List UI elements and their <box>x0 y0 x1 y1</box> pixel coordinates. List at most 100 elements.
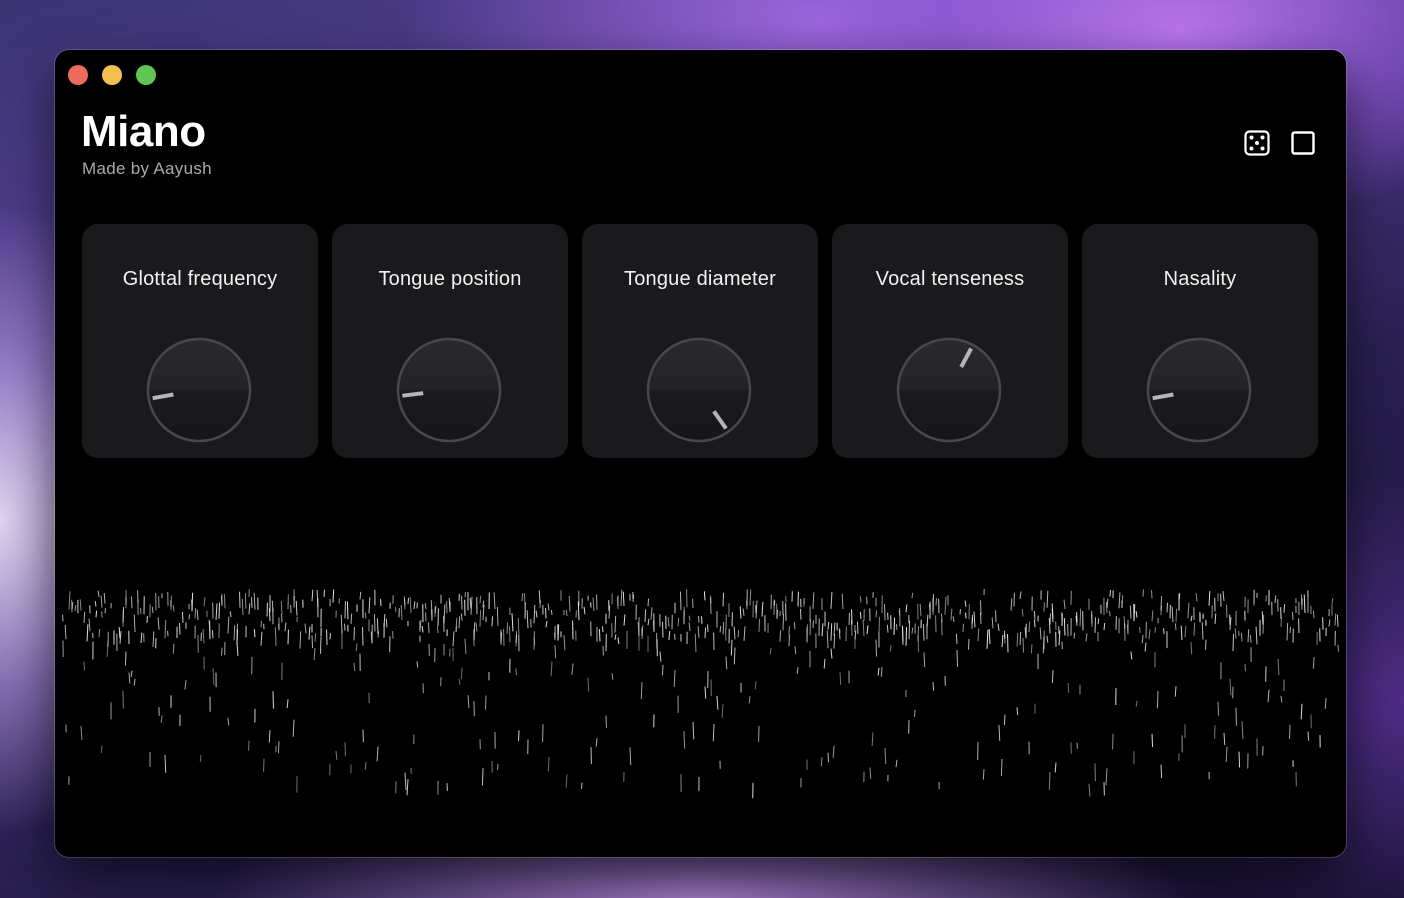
visualizer-stroke <box>436 626 439 634</box>
visualizer-stroke <box>667 617 670 627</box>
visualizer-stroke <box>833 634 836 649</box>
randomize-button[interactable] <box>1244 130 1270 156</box>
visualizer-stroke <box>871 732 874 747</box>
visualizer-stroke <box>1334 613 1337 626</box>
knob-dial[interactable] <box>1146 337 1252 443</box>
visualizer-stroke <box>1003 714 1006 726</box>
visualizer-stroke <box>172 643 175 654</box>
visualizer-stroke <box>427 622 430 634</box>
visualizer-stroke <box>650 607 653 620</box>
visualizer-stroke <box>350 613 353 624</box>
close-window-button[interactable] <box>68 65 88 85</box>
knob-label: Nasality <box>1163 268 1237 290</box>
visualizer-stroke <box>991 617 994 629</box>
zoom-window-button[interactable] <box>136 65 156 85</box>
stop-button[interactable] <box>1290 130 1316 156</box>
visualizer-stroke <box>911 627 914 634</box>
visualizer-stroke <box>479 610 482 627</box>
visualizer-stroke <box>292 719 295 737</box>
visualizer-stroke <box>199 754 202 762</box>
visualizer-stroke <box>1171 606 1174 623</box>
visualizer-stroke <box>697 626 700 638</box>
visualizer-stroke <box>448 597 451 611</box>
visualizer-stroke <box>1234 628 1237 639</box>
visualizer-stroke <box>1300 594 1303 610</box>
knob-body <box>646 337 752 443</box>
visualizer-stroke <box>311 635 314 649</box>
visualizer-stroke <box>1232 633 1235 652</box>
visualizer-stroke <box>1049 613 1052 625</box>
visualizer-stroke <box>452 631 455 647</box>
knob-dial[interactable] <box>396 337 502 443</box>
minimize-window-button[interactable] <box>102 65 122 85</box>
visualizer-stroke <box>1144 642 1147 652</box>
visualizer-stroke <box>1079 608 1082 627</box>
visualizer-stroke <box>1280 695 1283 703</box>
visualizer-stroke <box>491 616 494 627</box>
visualizer-stroke <box>260 631 263 646</box>
visualizer-stroke <box>286 699 289 709</box>
visualizer-stroke <box>203 597 206 607</box>
visualizer-stroke <box>1174 623 1177 631</box>
visualizer-stroke <box>1021 609 1024 617</box>
visualizer-stroke <box>722 621 725 635</box>
visualizer-stroke <box>1085 633 1088 642</box>
visualizer-stroke <box>311 589 314 602</box>
visualizer-stroke <box>1312 657 1315 669</box>
visualizer-stroke <box>782 613 785 631</box>
visualizer-stroke <box>1048 771 1051 790</box>
visualizer-stroke <box>629 747 632 766</box>
visualizer-stroke <box>908 620 911 640</box>
visualizer-stroke <box>742 608 745 616</box>
visualizer-stroke <box>1175 608 1178 622</box>
app-title: Miano <box>81 107 206 156</box>
visualizer-stroke <box>233 625 236 641</box>
visualizer-stroke <box>704 627 707 639</box>
visualizer-stroke <box>583 606 586 615</box>
visualizer-stroke <box>1274 595 1277 604</box>
visualizer-stroke <box>901 625 904 643</box>
visualizer-stroke <box>1160 764 1163 779</box>
knob-dial[interactable] <box>146 337 252 443</box>
visualizer-stroke <box>1001 634 1004 648</box>
knob-dial[interactable] <box>896 337 1002 443</box>
visualizer-stroke <box>383 613 386 627</box>
visualizer-stroke <box>799 608 802 620</box>
visualizer-stroke <box>223 593 226 609</box>
visualizer-stroke <box>80 725 83 740</box>
knob-body <box>396 337 502 443</box>
visualizer-stroke <box>100 745 103 754</box>
visualizer-stroke <box>359 591 362 600</box>
visualizer-stroke <box>409 596 412 613</box>
visualizer-stroke <box>839 671 842 685</box>
visualizer-stroke <box>1141 635 1144 644</box>
visualizer-stroke <box>812 592 815 609</box>
dice-icon <box>1244 130 1270 156</box>
visualizer-stroke <box>1135 700 1138 707</box>
visualizer-stroke <box>679 591 682 611</box>
visualizer-stroke <box>1016 707 1019 716</box>
visualizer-stroke <box>481 768 484 786</box>
visualizer-stroke <box>467 695 470 709</box>
visualizer-stroke <box>769 647 772 655</box>
visualizer-stroke <box>1022 637 1025 653</box>
visualizer-stroke <box>794 646 797 655</box>
visualizer-stroke <box>875 610 878 618</box>
visualizer-stroke <box>152 631 155 648</box>
visualizer-stroke <box>118 627 121 639</box>
visualizer-stroke <box>61 614 64 622</box>
visualizer-stroke <box>550 609 553 616</box>
visualizer-stroke <box>923 652 926 668</box>
visualizer-stroke <box>128 672 131 684</box>
visualizer-stroke <box>218 602 221 619</box>
knob-dial[interactable] <box>646 337 752 443</box>
visualizer-stroke <box>856 621 859 635</box>
visualizer-stroke <box>83 611 86 623</box>
visualizer-stroke <box>473 622 476 641</box>
visualizer-stroke <box>319 636 322 654</box>
visualizer-stroke <box>704 686 707 699</box>
visualizer-stroke <box>1303 594 1306 613</box>
visualizer-stroke <box>712 723 715 742</box>
visualizer-stroke <box>184 680 187 690</box>
visualizer-stroke <box>280 600 283 615</box>
